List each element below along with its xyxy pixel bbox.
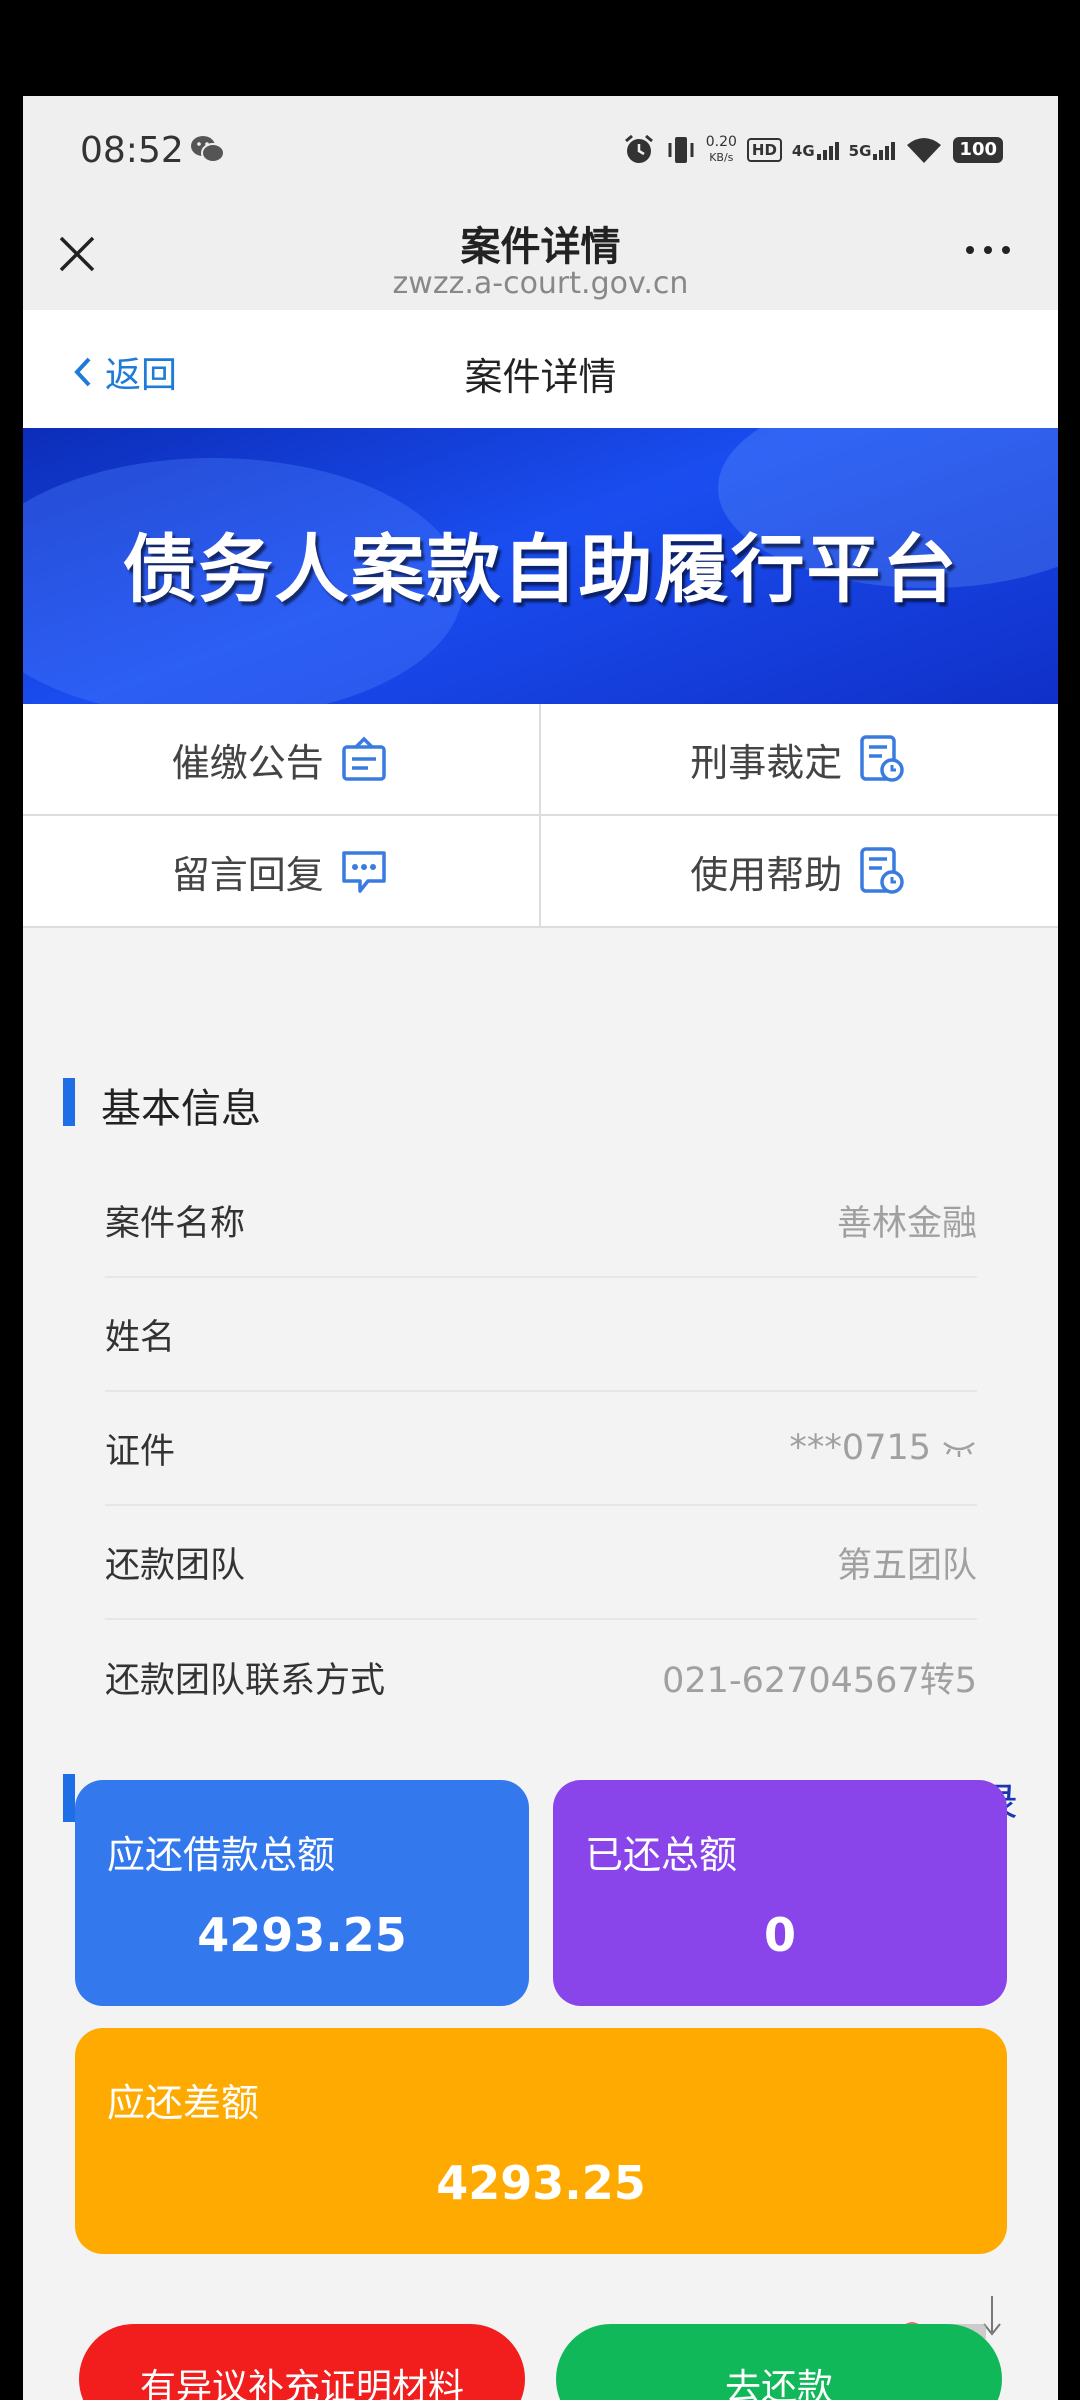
info-label: 还款团队: [105, 1545, 246, 1586]
card-label: 应还差额: [107, 2081, 260, 2125]
dispute-button[interactable]: 有异议补充证明材料: [79, 2324, 525, 2400]
chat-bubble-icon: [342, 851, 386, 893]
quick-action-ruling[interactable]: 刑事裁定: [540, 704, 1058, 816]
total-due-value: 4293.25: [197, 1908, 407, 1962]
signal-bars-icon: [873, 140, 896, 160]
info-row-name: 姓名: [105, 1278, 977, 1392]
net-speed: 0.20 KB/s: [706, 135, 737, 165]
vibrate-icon: [668, 137, 694, 163]
quick-action-label: 刑事裁定: [690, 740, 843, 785]
info-row-team: 还款团队 第五团队: [105, 1506, 977, 1620]
card-label: 应还借款总额: [107, 1833, 336, 1877]
remaining-card: 应还差额 4293.25: [75, 2028, 1007, 2254]
document-clock-icon: [860, 847, 904, 894]
info-value-id: ***0715: [789, 1428, 977, 1468]
battery-indicator: 100: [953, 137, 1003, 163]
wifi-icon: [907, 138, 942, 163]
basic-info-header: 基本信息: [23, 1048, 1058, 1148]
signal-5g: 5G: [849, 140, 896, 160]
section-marker: [63, 1078, 75, 1126]
quick-action-label: 使用帮助: [690, 852, 843, 897]
basic-info-list: 案件名称 善林金融 姓名 证件 ***0715 还款团队 第五团队 还款团队联系…: [105, 1164, 977, 1734]
section-title: 基本信息: [101, 1086, 261, 1132]
network-5g-label: 5G: [848, 142, 872, 160]
section-marker: [63, 1774, 75, 1822]
status-bar: 08:52 0.20 KB/s HD 4G 5G 100: [23, 96, 1058, 204]
quick-action-notice[interactable]: 催缴公告: [23, 704, 541, 816]
status-icons: 0.20 KB/s HD 4G 5G 100: [622, 130, 1003, 170]
info-label: 案件名称: [105, 1203, 246, 1244]
info-label: 还款团队联系方式: [105, 1660, 386, 1701]
info-value: 第五团队: [836, 1545, 977, 1586]
banner-title: 债务人案款自助履行平台: [122, 527, 959, 613]
signal-4g: 4G: [792, 140, 839, 160]
browser-header: 案件详情 zwzz.a-court.gov.cn: [23, 204, 1058, 310]
network-4g-label: 4G: [791, 142, 815, 160]
quick-action-messages[interactable]: 留言回复: [23, 816, 541, 928]
card-label: 已还总额: [585, 1833, 738, 1877]
remaining-value: 4293.25: [436, 2156, 646, 2210]
signal-bars-icon: [816, 140, 839, 160]
info-row-id: 证件 ***0715: [105, 1392, 977, 1506]
phone-screen: 08:52 0.20 KB/s HD 4G 5G 100 案件详情 zwzz.a…: [23, 96, 1058, 2400]
info-row-case-name: 案件名称 善林金融: [105, 1164, 977, 1278]
hd-badge: HD: [746, 138, 782, 162]
paid-total-value: 0: [763, 1908, 796, 1962]
wechat-icon: [191, 136, 225, 163]
info-label: 证件: [105, 1431, 176, 1472]
document-clock-icon: [860, 735, 904, 782]
quick-action-help[interactable]: 使用帮助: [540, 816, 1058, 928]
net-speed-unit: KB/s: [709, 151, 734, 164]
quick-actions-grid: 催缴公告 刑事裁定 留言回复 使用帮助: [23, 704, 1058, 928]
total-due-card: 应还借款总额 4293.25: [75, 1780, 529, 2006]
info-label: 姓名: [105, 1317, 176, 1358]
page-nav: 返回 案件详情: [23, 310, 1058, 428]
eye-closed-icon[interactable]: [941, 1437, 977, 1459]
banner: 债务人案款自助履行平台: [23, 428, 1058, 704]
more-options-icon[interactable]: [966, 246, 1010, 254]
info-row-team-contact: 还款团队联系方式 021-62704567转5: [105, 1620, 977, 1734]
id-masked-value: ***0715: [789, 1428, 931, 1468]
browser-url: zwzz.a-court.gov.cn: [392, 266, 689, 301]
info-value: 021-62704567转5: [662, 1660, 977, 1701]
browser-title: 案件详情: [460, 224, 621, 270]
page-title: 案件详情: [464, 355, 617, 399]
quick-action-label: 催缴公告: [171, 740, 324, 785]
net-speed-value: 0.20: [705, 134, 737, 150]
quick-action-label: 留言回复: [171, 852, 324, 897]
info-value: 善林金融: [836, 1203, 977, 1244]
alarm-icon: [624, 134, 653, 163]
status-time: 08:52: [80, 130, 184, 171]
paid-total-card: 已还总额 0: [553, 1780, 1007, 2006]
pay-button[interactable]: 去还款: [556, 2324, 1002, 2400]
notice-board-icon: [342, 736, 386, 781]
